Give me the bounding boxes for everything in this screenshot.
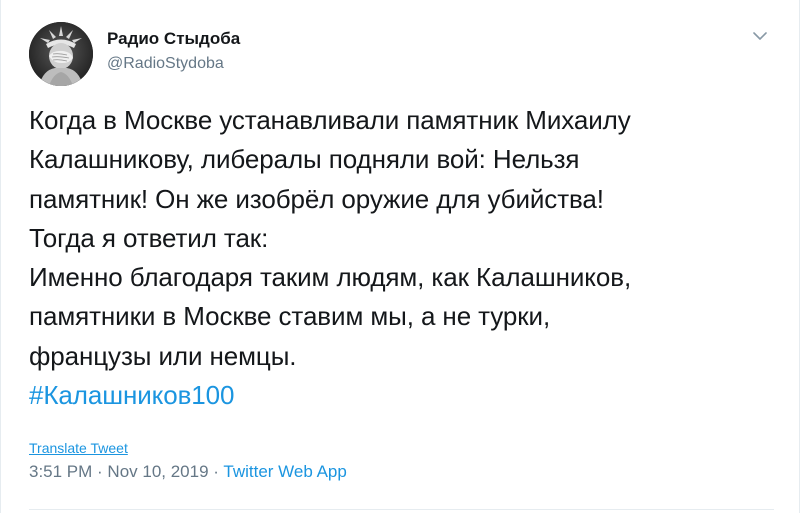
source-app-link[interactable]: Twitter Web App [223, 462, 346, 481]
avatar[interactable] [29, 22, 93, 86]
tweet-text-line: французы или немцы. [29, 340, 297, 371]
tweet-text-line: Именно благодаря таким людям, как Калашн… [29, 262, 632, 293]
tweet-date[interactable]: Nov 10, 2019 [107, 462, 208, 481]
meta-separator: · [92, 462, 108, 481]
tweet-time[interactable]: 3:51 PM [29, 462, 92, 481]
tweet-text: Когда в Москве устанавливали памятник Ми… [29, 101, 774, 415]
chevron-down-icon[interactable] [749, 28, 771, 44]
tweet-text-line: Тогда я ответил так: [29, 222, 269, 253]
meta-separator: · [208, 462, 224, 481]
statue-of-liberty-avatar-icon [29, 22, 93, 86]
tweet-card: Радио Стыдоба @RadioStydoba Когда в Моск… [0, 0, 800, 513]
translate-tweet-link[interactable]: Translate Tweet [29, 440, 128, 456]
hashtag-link[interactable]: #Калашников100 [29, 376, 774, 415]
divider [29, 509, 774, 510]
tweet-text-line: Когда в Москве устанавливали памятник Ми… [29, 105, 631, 135]
tweet-metadata: 3:51 PM · Nov 10, 2019 · Twitter Web App [29, 462, 347, 482]
tweet-text-line: Калашникову, либералы подняли вой: Нельз… [29, 144, 580, 175]
tweet-text-line: памятник! Он же изобрёл оружие для убийс… [29, 183, 604, 214]
tweet-text-line: памятники в Москве ставим мы, а не турки… [29, 301, 551, 332]
author-display-name[interactable]: Радио Стыдоба [107, 29, 240, 49]
author-handle[interactable]: @RadioStydoba [107, 55, 224, 73]
